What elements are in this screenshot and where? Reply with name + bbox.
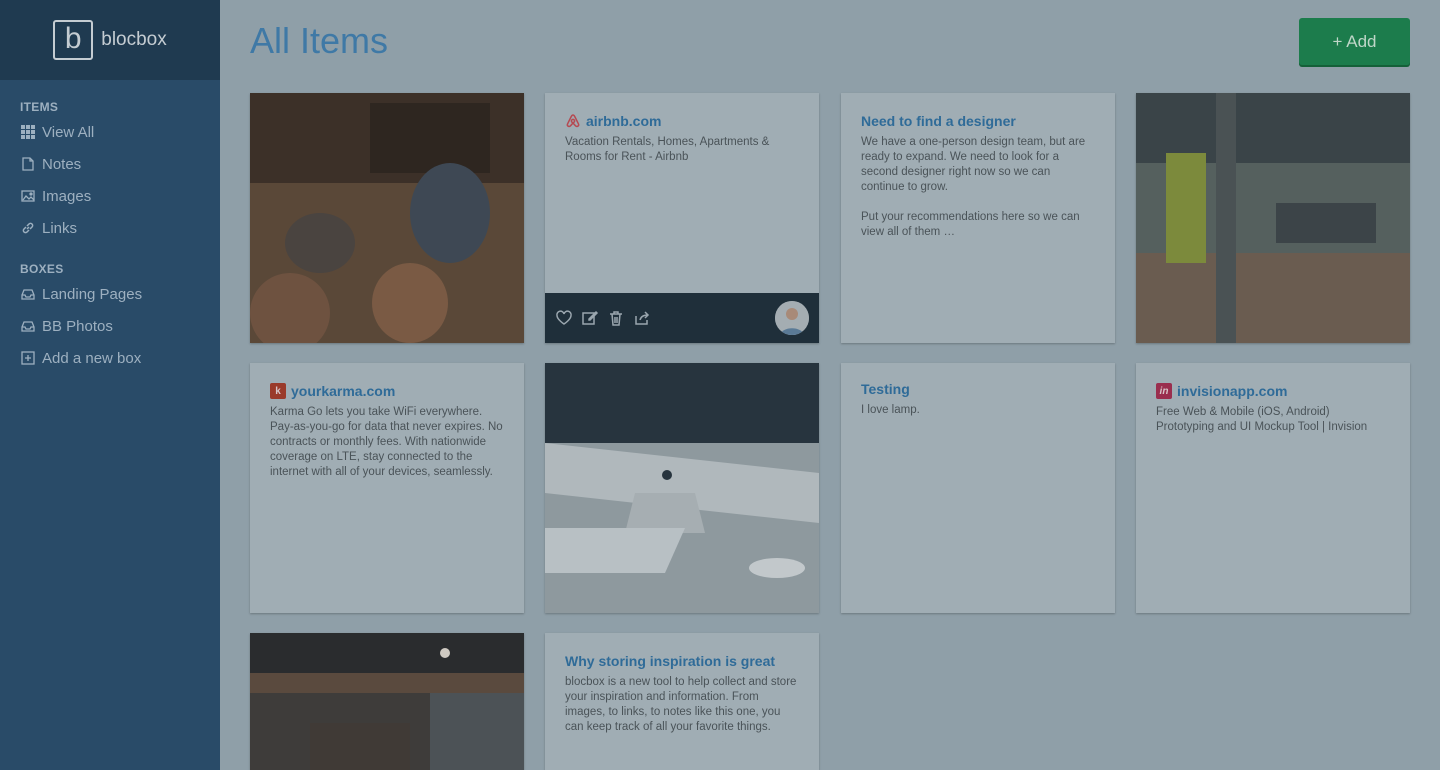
items-section-label: ITEMS xyxy=(20,100,59,114)
link-icon xyxy=(20,220,36,236)
card-description: blocbox is a new tool to help collect an… xyxy=(565,676,797,733)
trash-icon[interactable] xyxy=(607,309,625,327)
card-title[interactable]: Testing xyxy=(861,381,1095,397)
note-card-inspiration[interactable]: Why storing inspiration is great blocbox… xyxy=(545,633,819,770)
card-description: Free Web & Mobile (iOS, Android) Prototy… xyxy=(1156,406,1368,433)
link-card-yourkarma[interactable]: k yourkarma.com Karma Go lets you take W… xyxy=(250,363,524,613)
note-card-designer[interactable]: Need to find a designer We have a one-pe… xyxy=(841,93,1115,343)
inbox-icon xyxy=(20,286,36,302)
image-card-imac[interactable] xyxy=(545,363,819,613)
loft-photo xyxy=(250,633,524,770)
boxes-section-label: BOXES xyxy=(20,262,64,276)
sidebar-item-bb-photos[interactable]: BB Photos xyxy=(0,310,220,342)
sidebar-item-label: Landing Pages xyxy=(42,285,143,303)
airbnb-icon xyxy=(565,113,581,129)
note-paragraph: We have a one-person design team, but ar… xyxy=(861,136,1086,193)
note-paragraph: Put your recommendations here so we can … xyxy=(861,211,1080,238)
plus-square-icon xyxy=(20,350,36,366)
sidebar-item-label: View All xyxy=(42,123,95,141)
sidebar-item-label: BB Photos xyxy=(42,317,113,335)
bar-photo xyxy=(250,93,524,343)
sidebar-item-label: Add a new box xyxy=(42,349,142,367)
card-description: I love lamp. xyxy=(861,404,920,416)
sidebar-item-landing-pages[interactable]: Landing Pages xyxy=(0,278,220,310)
sidebar-item-notes[interactable]: Notes xyxy=(0,148,220,180)
share-icon[interactable] xyxy=(633,309,651,327)
card-title[interactable]: airbnb.com xyxy=(586,113,661,129)
sidebar-item-view-all[interactable]: View All xyxy=(0,116,220,148)
sidebar-item-label: Notes xyxy=(42,155,82,173)
card-title[interactable]: invisionapp.com xyxy=(1177,383,1287,399)
office-photo xyxy=(1136,93,1410,343)
card-description: Karma Go lets you take WiFi everywhere. … xyxy=(270,406,503,478)
card-title[interactable]: yourkarma.com xyxy=(291,383,395,399)
page-title: All Items xyxy=(250,20,389,61)
card-description: We have a one-person design team, but ar… xyxy=(861,135,1095,240)
image-icon xyxy=(20,188,36,204)
sidebar-item-links[interactable]: Links xyxy=(0,212,220,244)
image-card-office[interactable] xyxy=(1136,93,1410,343)
heart-icon[interactable] xyxy=(555,309,573,327)
add-button[interactable]: + Add xyxy=(1299,18,1410,65)
sidebar-item-label: Images xyxy=(42,187,92,205)
sidebar: b blocbox ITEMS View All Notes Images Li… xyxy=(0,0,220,770)
yourkarma-icon: k xyxy=(270,383,286,399)
brand-name: blocbox xyxy=(101,29,167,50)
sidebar-item-images[interactable]: Images xyxy=(0,180,220,212)
sidebar-item-add-box[interactable]: Add a new box xyxy=(0,342,220,374)
note-icon xyxy=(20,156,36,172)
image-card-loft[interactable] xyxy=(250,633,524,770)
edit-icon[interactable] xyxy=(581,309,599,327)
sidebar-item-label: Links xyxy=(42,219,78,237)
link-card-invision[interactable]: in invisionapp.com Free Web & Mobile (iO… xyxy=(1136,363,1410,613)
card-description: Vacation Rentals, Homes, Apartments & Ro… xyxy=(565,136,770,163)
invision-icon: in xyxy=(1156,383,1172,399)
note-card-testing[interactable]: Testing I love lamp. xyxy=(841,363,1115,613)
card-title[interactable]: Why storing inspiration is great xyxy=(565,653,799,669)
link-card-airbnb[interactable]: airbnb.com Vacation Rentals, Homes, Apar… xyxy=(545,93,819,343)
imac-photo xyxy=(545,363,819,613)
avatar[interactable] xyxy=(775,301,809,335)
image-card-bar[interactable] xyxy=(250,93,524,343)
brand-logo: b xyxy=(53,20,94,60)
grid-icon xyxy=(20,124,36,140)
inbox-icon xyxy=(20,318,36,334)
brand[interactable]: b blocbox xyxy=(0,0,220,80)
card-title[interactable]: Need to find a designer xyxy=(861,113,1095,129)
card-action-bar xyxy=(545,293,819,343)
